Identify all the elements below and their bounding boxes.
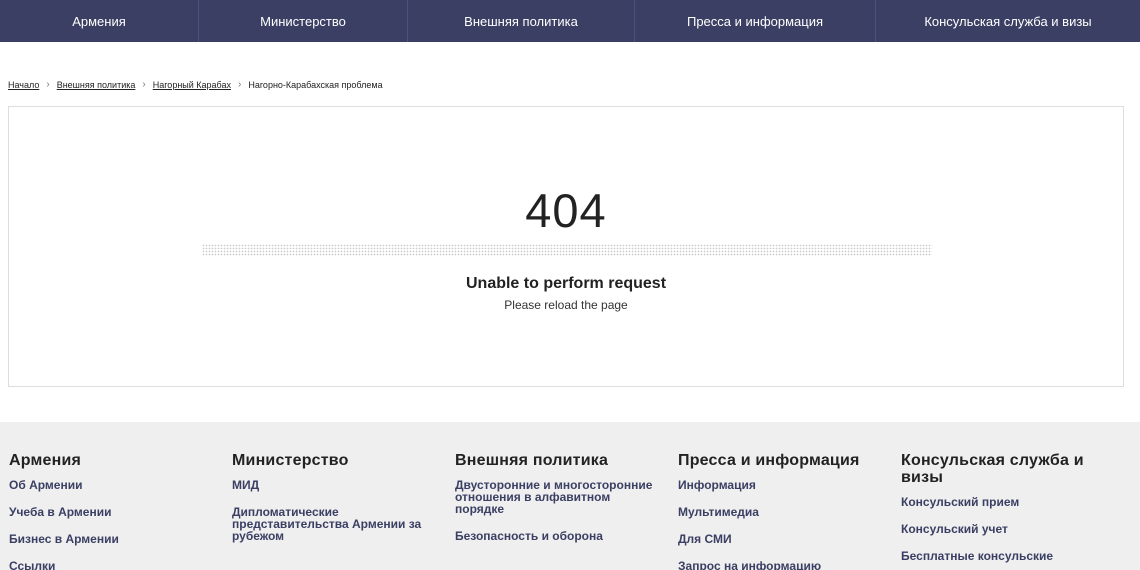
footer-link[interactable]: Дипломатические представительства Армени… — [232, 506, 447, 542]
error-panel: 404 Unable to perform request Please rel… — [8, 106, 1124, 387]
breadcrumb-karabakh-link[interactable]: Нагорный Карабах — [153, 80, 231, 90]
footer: Армения Об Армении Учеба в Армении Бизне… — [0, 422, 1140, 570]
footer-column-foreign-policy: Внешняя политика Двусторонние и многосто… — [455, 452, 660, 557]
footer-column-press: Пресса и информация Информация Мультимед… — [678, 452, 893, 570]
footer-heading: Министерство — [232, 452, 349, 469]
footer-link[interactable]: Учеба в Армении — [9, 506, 224, 518]
footer-link[interactable]: Мультимедиа — [678, 506, 893, 518]
footer-link[interactable]: МИД — [232, 479, 447, 491]
breadcrumb-home-link[interactable]: Начало — [8, 80, 39, 90]
nav-item-consular[interactable]: Консульская служба и визы — [876, 0, 1140, 42]
footer-link[interactable]: Информация — [678, 479, 893, 491]
nav-item-press[interactable]: Пресса и информация — [635, 0, 876, 42]
footer-link[interactable]: Ссылки — [9, 560, 224, 570]
footer-heading: Внешняя политика — [455, 452, 609, 469]
footer-link[interactable]: Для СМИ — [678, 533, 893, 545]
footer-link[interactable]: Консульский учет — [901, 523, 1101, 535]
top-navigation: Армения Министерство Внешняя политика Пр… — [0, 0, 1140, 42]
breadcrumb-separator-icon: › — [46, 79, 50, 90]
nav-item-foreign-policy[interactable]: Внешняя политика — [408, 0, 635, 42]
error-subtitle: Please reload the page — [504, 298, 628, 312]
footer-link[interactable]: Бесплатные консульские — [901, 550, 1101, 562]
footer-link[interactable]: Бизнес в Армении — [9, 533, 224, 545]
footer-link[interactable]: Запрос на информацию — [678, 560, 893, 570]
nav-item-ministry[interactable]: Министерство — [199, 0, 408, 42]
footer-link[interactable]: Об Армении — [9, 479, 224, 491]
footer-column-ministry: Министерство МИД Дипломатические предста… — [232, 452, 447, 557]
footer-column-consular: Консульская служба и визы Консульский пр… — [901, 452, 1101, 570]
dotted-divider — [202, 244, 932, 256]
footer-heading: Пресса и информация — [678, 452, 860, 469]
nav-item-armenia[interactable]: Армения — [0, 0, 199, 42]
footer-link[interactable]: Консульский прием — [901, 496, 1101, 508]
breadcrumb-separator-icon: › — [238, 79, 242, 90]
breadcrumb: Начало › Внешняя политика › Нагорный Кар… — [8, 79, 383, 90]
footer-link[interactable]: Безопасность и оборона — [455, 530, 660, 542]
footer-link[interactable]: Двусторонние и многосторонние отношения … — [455, 479, 660, 515]
error-title: Unable to perform request — [465, 275, 667, 292]
breadcrumb-current: Нагорно-Карабахская проблема — [248, 79, 383, 90]
breadcrumb-foreign-policy-link[interactable]: Внешняя политика — [57, 80, 136, 90]
footer-heading: Консульская служба и визы — [901, 452, 1084, 486]
breadcrumb-separator-icon: › — [142, 79, 146, 90]
footer-heading: Армения — [9, 452, 82, 469]
error-code: 404 — [525, 184, 607, 237]
footer-column-armenia: Армения Об Армении Учеба в Армении Бизне… — [9, 452, 224, 570]
